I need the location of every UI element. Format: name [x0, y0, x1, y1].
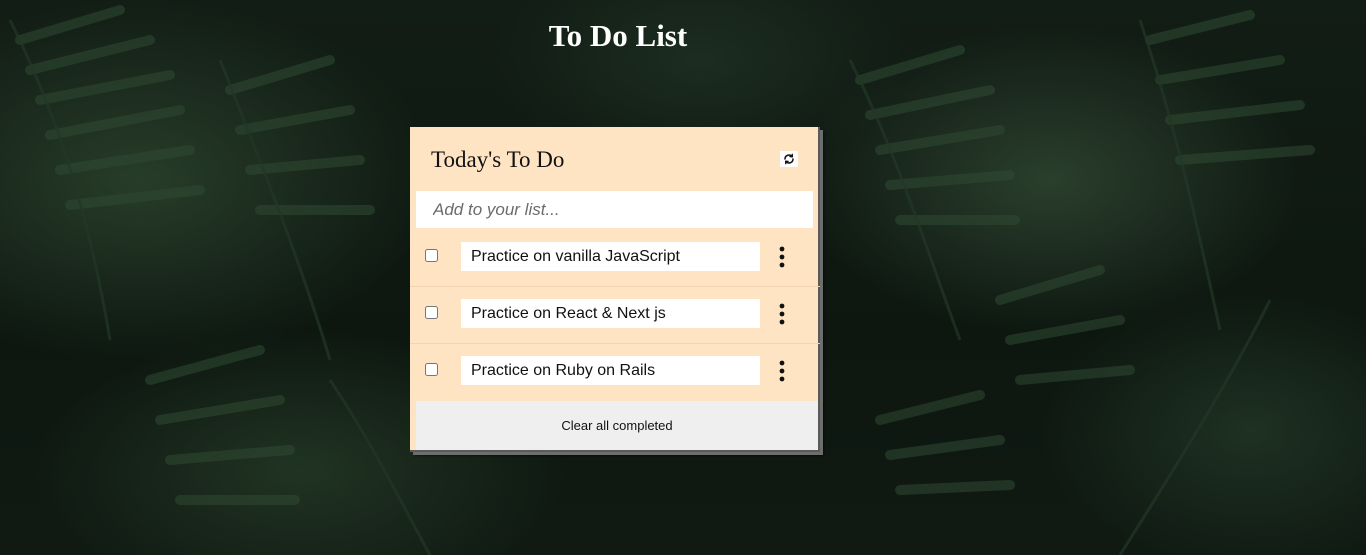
task-text[interactable]: Practice on vanilla JavaScript	[461, 242, 760, 271]
page-title: To Do List	[548, 18, 688, 53]
task-item: Practice on Ruby on Rails	[410, 344, 820, 401]
vertical-ellipsis-icon[interactable]	[777, 246, 787, 268]
vertical-ellipsis-icon[interactable]	[777, 360, 787, 382]
refresh-button[interactable]	[780, 151, 798, 167]
task-item: Practice on vanilla JavaScript	[410, 230, 820, 287]
task-item: Practice on React & Next js	[410, 287, 820, 344]
todo-card: Today's To Do Practice on vanilla JavaSc…	[410, 127, 820, 452]
task-text[interactable]: Practice on Ruby on Rails	[461, 356, 760, 385]
clear-completed-button[interactable]: Clear all completed	[416, 401, 818, 450]
task-checkbox[interactable]	[425, 306, 438, 319]
task-list: Practice on vanilla JavaScript Practice …	[410, 230, 820, 401]
task-checkbox[interactable]	[425, 363, 438, 376]
task-text[interactable]: Practice on React & Next js	[461, 299, 760, 328]
add-task-input[interactable]	[416, 191, 813, 228]
task-checkbox[interactable]	[425, 249, 438, 262]
refresh-icon	[784, 153, 794, 165]
card-heading: Today's To Do	[431, 147, 565, 172]
vertical-ellipsis-icon[interactable]	[777, 303, 787, 325]
